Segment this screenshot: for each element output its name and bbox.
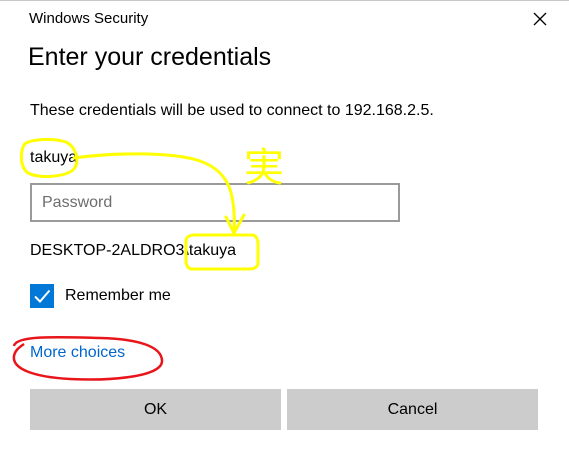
more-choices-link[interactable]: More choices: [30, 344, 125, 362]
window-title: Windows Security: [29, 10, 149, 27]
password-field[interactable]: [30, 183, 400, 222]
credentials-dialog: Windows Security Enter your credentials …: [0, 0, 569, 454]
checkbox-box[interactable]: [30, 284, 54, 308]
ok-button[interactable]: OK: [30, 389, 281, 430]
close-button[interactable]: [520, 3, 560, 35]
checkmark-icon: [34, 289, 51, 303]
remember-me-label: Remember me: [65, 287, 171, 304]
cancel-button[interactable]: Cancel: [287, 389, 538, 430]
username-text: takuya: [30, 149, 78, 166]
close-icon: [533, 12, 547, 26]
remember-me-checkbox[interactable]: Remember me: [30, 284, 171, 308]
dialog-description: These credentials will be used to connec…: [30, 102, 434, 119]
dialog-heading: Enter your credentials: [28, 43, 272, 71]
account-name: DESKTOP-2ALDRO3\takuya: [30, 242, 237, 259]
